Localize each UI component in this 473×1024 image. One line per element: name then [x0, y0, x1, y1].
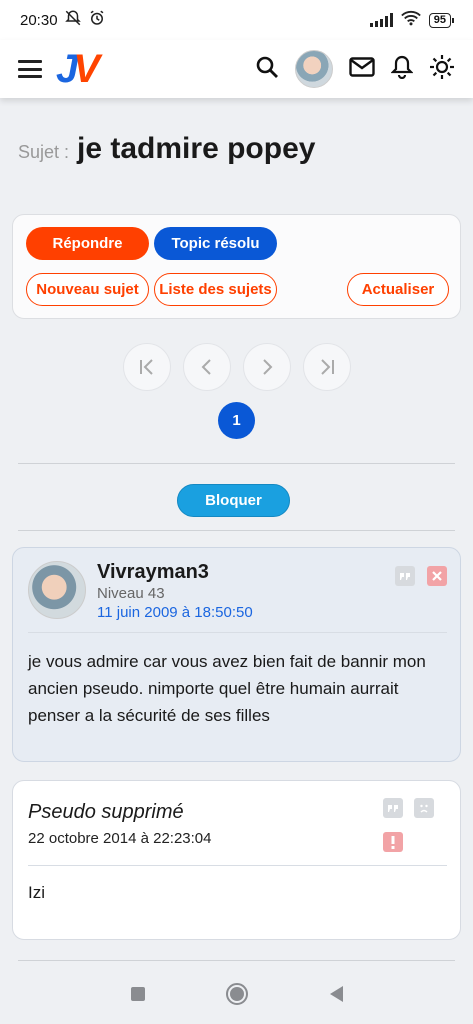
pagination	[0, 343, 473, 391]
topic-list-button[interactable]: Liste des sujets	[154, 273, 277, 306]
theme-sun-icon[interactable]	[429, 54, 455, 85]
quote-icon[interactable]	[395, 566, 415, 586]
clock: 20:30	[20, 11, 58, 29]
reply-button[interactable]: Répondre	[26, 227, 149, 260]
topic-label: Sujet :	[18, 142, 70, 162]
delete-icon[interactable]	[427, 566, 447, 586]
first-page-icon	[139, 359, 153, 375]
divider	[18, 530, 455, 531]
block-button[interactable]: Bloquer	[177, 484, 290, 517]
jv-logo[interactable]: JV	[56, 49, 100, 89]
post-author[interactable]: Vivrayman3	[97, 561, 209, 584]
wifi-icon	[400, 10, 421, 30]
post-author: Pseudo supprimé	[28, 801, 184, 823]
new-topic-button[interactable]: Nouveau sujet	[26, 273, 149, 306]
previous-page-button[interactable]	[182, 343, 231, 391]
report-icon[interactable]	[383, 832, 403, 852]
post-card: Vivrayman3 Niveau 43 11 juin 2009 à 18:5…	[12, 547, 461, 762]
recent-apps-icon[interactable]	[130, 986, 146, 1007]
author-avatar[interactable]	[28, 561, 86, 619]
current-page[interactable]: 1	[218, 402, 255, 439]
mail-icon[interactable]	[349, 56, 375, 82]
post-date[interactable]: 11 juin 2009 à 18:50:50	[97, 604, 253, 621]
page-title: je tadmire popey	[77, 132, 316, 165]
sad-face-icon[interactable]	[414, 798, 434, 818]
topic-resolved-button[interactable]: Topic résolu	[154, 227, 277, 260]
post-author-level: Niveau 43	[97, 585, 165, 602]
signal-icon	[369, 13, 393, 27]
divider	[18, 960, 455, 961]
last-page-icon	[320, 359, 334, 375]
back-icon[interactable]	[328, 985, 344, 1008]
menu-icon[interactable]	[18, 60, 42, 78]
app-bar: JV	[0, 40, 473, 98]
last-page-button[interactable]	[302, 343, 351, 391]
chevron-left-icon	[201, 359, 211, 375]
bell-icon[interactable]	[390, 55, 414, 84]
battery-icon: 95	[428, 12, 455, 28]
post-separator	[28, 865, 447, 866]
topic-actions-card: Répondre Topic résolu Nouveau sujet List…	[12, 214, 461, 319]
quote-icon[interactable]	[383, 798, 403, 818]
home-icon[interactable]	[225, 982, 249, 1011]
post-separator	[28, 632, 447, 633]
system-nav-bar	[0, 968, 473, 1024]
search-icon[interactable]	[255, 55, 279, 84]
alarm-icon	[88, 9, 106, 31]
post-card: Pseudo supprimé 22 octobre 2014 à 22:23:…	[12, 780, 461, 940]
user-avatar[interactable]	[295, 50, 333, 88]
post-message: Izi	[28, 883, 45, 902]
next-page-button[interactable]	[242, 343, 291, 391]
post-message: je vous admire car vous avez bien fait d…	[28, 652, 426, 725]
divider	[18, 463, 455, 464]
topic-header: Sujet : je tadmire popey	[18, 132, 315, 166]
first-page-button[interactable]	[122, 343, 171, 391]
bell-off-icon	[64, 9, 82, 31]
refresh-button[interactable]: Actualiser	[347, 273, 449, 306]
chevron-right-icon	[262, 359, 272, 375]
status-bar: 20:30 95	[0, 0, 473, 40]
post-date[interactable]: 22 octobre 2014 à 22:23:04	[28, 830, 212, 847]
